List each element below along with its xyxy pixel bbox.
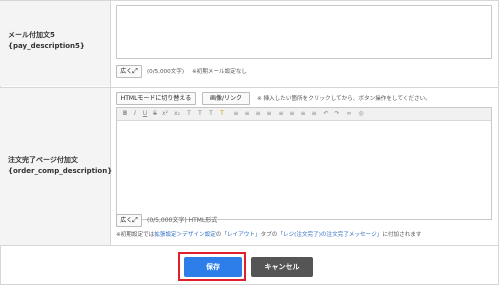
indent-icon[interactable]: ≡: [254, 110, 262, 118]
expand-label: 広く: [120, 217, 133, 224]
field-label-variable: {pay_description5}: [8, 42, 85, 50]
extended-settings-link[interactable]: 拡張設定＞デザイン設定: [154, 232, 216, 238]
field-label: メール付加文5 {pay_description5}: [8, 30, 85, 52]
image-link-button[interactable]: 画像/リンク: [202, 92, 250, 105]
field-label-title: メール付加文5: [8, 31, 55, 39]
editor-toolbar: B I U Sx² x₂ T T T T ≡ ≡ ≡ ≡ ≡ ≡ ≡ ≡ ↶ ↷ ∞ ◎: [117, 108, 491, 121]
outdent-icon[interactable]: ≡: [265, 110, 273, 118]
save-button[interactable]: 保存: [184, 257, 242, 277]
footnote-text: タブの: [260, 232, 278, 238]
unordered-list-icon[interactable]: ≡: [243, 110, 251, 118]
order-description-editor[interactable]: B I U Sx² x₂ T T T T ≡ ≡ ≡ ≡ ≡ ≡ ≡ ≡ ↶ ↷ ∞ ◎: [116, 107, 492, 220]
font-size-icon[interactable]: T: [185, 110, 193, 118]
align-left-icon[interactable]: ≡: [277, 110, 285, 118]
strikethrough-icon[interactable]: S: [151, 110, 159, 118]
expand-label: 広く: [120, 68, 133, 75]
link-icon[interactable]: ∞: [345, 110, 353, 118]
html-mode-button[interactable]: HTMLモードに切り替える: [116, 92, 196, 105]
order-footnote: ※初期設定では拡張設定＞デザイン設定の「レイアウト」タブの「レジ(注文完了)の注…: [116, 231, 422, 239]
align-justify-icon[interactable]: ≡: [310, 110, 318, 118]
row-divider: [0, 245, 499, 246]
superscript-icon[interactable]: x²: [161, 110, 169, 118]
mail-description-textarea[interactable]: [116, 5, 492, 59]
undo-icon[interactable]: ↶: [322, 110, 330, 118]
row-divider: [0, 87, 499, 88]
mail-note: ※初期メール設定なし: [192, 69, 248, 75]
layout-link[interactable]: 「レイアウト」: [221, 232, 260, 238]
align-center-icon[interactable]: ≡: [288, 110, 296, 118]
align-right-icon[interactable]: ≡: [299, 110, 307, 118]
unlink-icon[interactable]: ◎: [357, 110, 365, 118]
expand-button[interactable]: 広く⤢: [116, 65, 142, 78]
order-complete-message-link[interactable]: 「レジ(注文完了)の注文完了メッセージ」: [277, 232, 382, 238]
insert-hint: ※ 挿入したい箇所をクリックしてから、ボタン操作をしてください。: [257, 96, 431, 102]
char-count: (0/5,000文字): [147, 69, 185, 75]
field-label-title: 注文完了ページ付加文: [8, 156, 78, 164]
bold-icon[interactable]: B: [121, 110, 129, 118]
expand-icon: ⤢: [132, 216, 138, 224]
font-color-icon[interactable]: T: [196, 110, 204, 118]
subscript-icon[interactable]: x₂: [173, 110, 181, 118]
field-label: 注文完了ページ付加文 {order_comp_description}: [8, 155, 112, 177]
ordered-list-icon[interactable]: ≡: [232, 110, 240, 118]
text-color-icon[interactable]: T: [207, 110, 215, 118]
field-label-variable: {order_comp_description}: [8, 167, 113, 175]
expand-icon: ⤢: [132, 67, 138, 75]
expand-button[interactable]: 広く⤢: [116, 214, 142, 227]
column-divider: [110, 0, 111, 246]
highlight-icon[interactable]: T: [218, 110, 226, 118]
italic-icon[interactable]: I: [131, 110, 139, 118]
underline-icon[interactable]: U: [141, 110, 149, 118]
char-count: (0/5,000文字) HTML形式: [147, 217, 218, 224]
footnote-text: ※初期設定では: [116, 232, 155, 238]
cancel-button[interactable]: キャンセル: [251, 257, 313, 277]
redo-icon[interactable]: ↷: [333, 110, 341, 118]
footnote-text: に付加されます: [382, 232, 422, 238]
